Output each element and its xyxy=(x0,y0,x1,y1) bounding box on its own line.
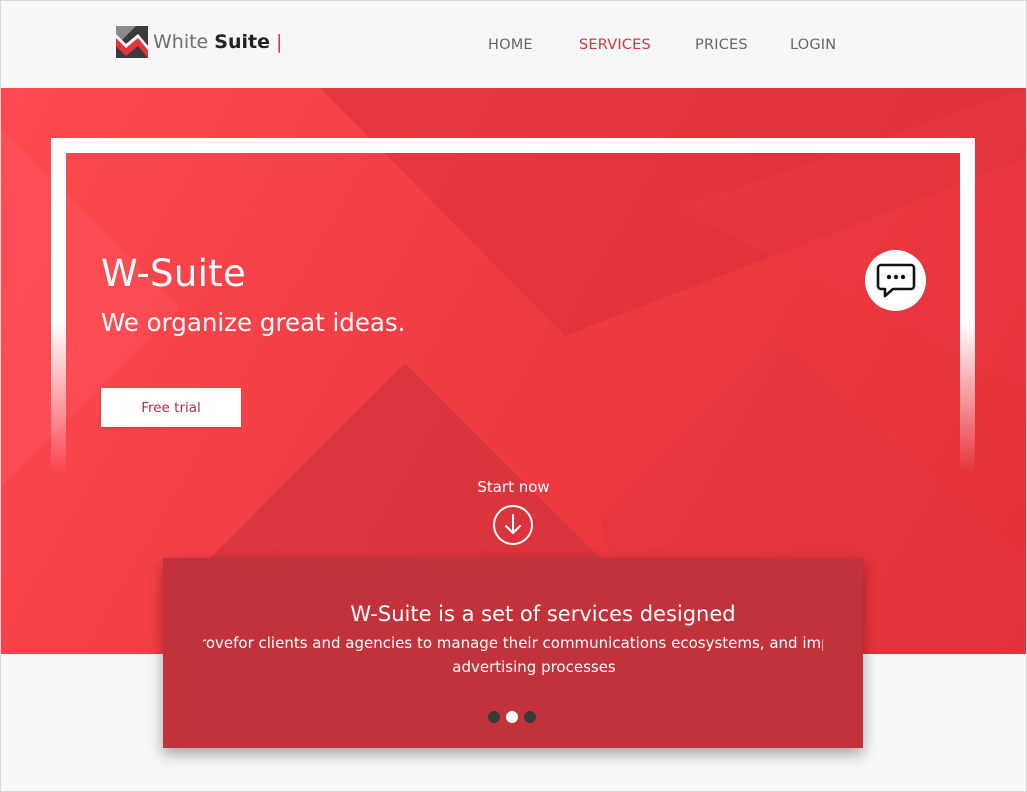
nav-services[interactable]: SERVICES xyxy=(579,37,651,53)
carousel-dot-3[interactable] xyxy=(524,711,536,723)
top-navbar: White Suite | HOME SERVICES PRICES LOGIN xyxy=(0,0,1027,88)
card-description-line-2: advertising processes xyxy=(452,658,616,676)
nav-home[interactable]: HOME xyxy=(488,37,533,53)
carousel-indicators xyxy=(488,711,536,723)
brand-cursor: | xyxy=(276,31,283,53)
hero-frame-top xyxy=(51,138,975,153)
hero-title: W-Suite xyxy=(101,252,247,295)
arrow-down-circle-icon[interactable] xyxy=(492,504,534,546)
brand-name: White Suite xyxy=(153,31,270,53)
carousel-dot-2[interactable] xyxy=(506,711,518,723)
brand-logo[interactable]: White Suite | xyxy=(116,26,282,58)
card-description: rovefor clients and agencies to manage t… xyxy=(203,631,823,681)
hero-frame-left xyxy=(51,138,66,473)
brand-name-light: White xyxy=(153,31,215,53)
carousel-dot-1[interactable] xyxy=(488,711,500,723)
brand-name-bold: Suite xyxy=(214,31,270,53)
free-trial-button[interactable]: Free trial xyxy=(101,388,241,427)
hero-subtitle: We organize great ideas. xyxy=(101,308,406,337)
nav-login[interactable]: LOGIN xyxy=(790,37,836,53)
hero-frame-right xyxy=(960,138,975,473)
card-title: W-Suite is a set of services designed xyxy=(350,602,736,626)
nav-prices[interactable]: PRICES xyxy=(695,37,748,53)
start-now-label: Start now xyxy=(477,478,550,496)
card-description-line-1: rovefor clients and agencies to manage t… xyxy=(203,634,823,652)
chat-button[interactable] xyxy=(865,250,926,311)
logo-icon xyxy=(116,26,148,58)
chat-bubble-icon xyxy=(876,263,915,297)
services-card: W-Suite is a set of services designed ro… xyxy=(163,558,863,748)
